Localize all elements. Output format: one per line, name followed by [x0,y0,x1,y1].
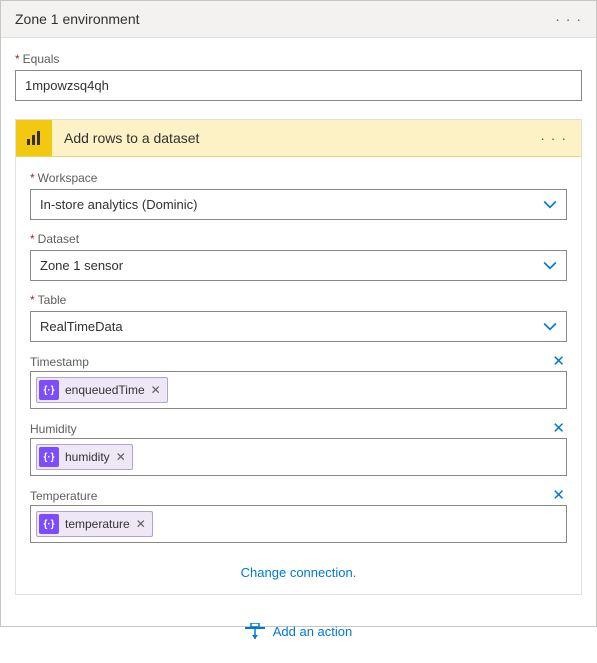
change-connection-link[interactable]: Change connection. [241,565,357,580]
change-connection-row: Change connection. [30,555,567,584]
chevron-down-icon [543,198,557,212]
action-body: Workspace In-store analytics (Dominic) D… [16,157,581,594]
dataset-value: Zone 1 sensor [40,258,123,273]
timestamp-field: Timestamp ✕ {·} enqueuedTime ✕ [30,354,567,409]
timestamp-token[interactable]: {·} enqueuedTime ✕ [36,377,168,403]
panel-title: Zone 1 environment [15,11,140,27]
action-more-icon[interactable]: · · · [526,130,581,146]
dataset-select[interactable]: Zone 1 sensor [30,250,567,281]
clear-humidity-icon[interactable]: ✕ [544,421,567,436]
timestamp-label: Timestamp [30,355,89,369]
remove-token-icon[interactable]: ✕ [136,517,146,531]
timestamp-input[interactable]: {·} enqueuedTime ✕ [30,371,567,409]
table-field: Table RealTimeData [30,293,567,342]
equals-label: Equals [15,52,582,66]
humidity-field: Humidity ✕ {·} humidity ✕ [30,421,567,476]
table-label: Table [30,293,567,307]
temperature-label: Temperature [30,489,97,503]
humidity-token[interactable]: {·} humidity ✕ [36,444,133,470]
timestamp-token-label: enqueuedTime [65,383,145,397]
add-action-label: Add an action [273,624,353,639]
panel-content: Equals Add rows to a dataset · · · Works… [1,38,596,663]
expression-icon: {·} [39,447,59,467]
dataset-field: Dataset Zone 1 sensor [30,232,567,281]
humidity-token-label: humidity [65,450,110,464]
table-select[interactable]: RealTimeData [30,311,567,342]
equals-field: Equals [15,52,582,101]
chevron-down-icon [543,320,557,334]
temperature-input[interactable]: {·} temperature ✕ [30,505,567,543]
workspace-value: In-store analytics (Dominic) [40,197,198,212]
humidity-label: Humidity [30,422,77,436]
workspace-field: Workspace In-store analytics (Dominic) [30,171,567,220]
add-action-icon [245,623,265,639]
panel-header: Zone 1 environment · · · [1,1,596,38]
remove-token-icon[interactable]: ✕ [116,450,126,464]
humidity-input[interactable]: {·} humidity ✕ [30,438,567,476]
clear-timestamp-icon[interactable]: ✕ [544,354,567,369]
more-menu-icon[interactable]: · · · [555,11,582,27]
temperature-token[interactable]: {·} temperature ✕ [36,511,153,537]
clear-temperature-icon[interactable]: ✕ [544,488,567,503]
action-title: Add rows to a dataset [52,130,526,146]
workspace-label: Workspace [30,171,567,185]
powerbi-icon [16,120,52,156]
add-action-button[interactable]: Add an action [15,595,582,649]
temperature-field: Temperature ✕ {·} temperature ✕ [30,488,567,543]
chevron-down-icon [543,259,557,273]
remove-token-icon[interactable]: ✕ [151,383,161,397]
action-header[interactable]: Add rows to a dataset · · · [16,120,581,157]
equals-input[interactable] [15,70,582,101]
dataset-label: Dataset [30,232,567,246]
expression-icon: {·} [39,514,59,534]
expression-icon: {·} [39,380,59,400]
table-value: RealTimeData [40,319,123,334]
action-card: Add rows to a dataset · · · Workspace In… [15,119,582,595]
temperature-token-label: temperature [65,517,130,531]
workspace-select[interactable]: In-store analytics (Dominic) [30,189,567,220]
